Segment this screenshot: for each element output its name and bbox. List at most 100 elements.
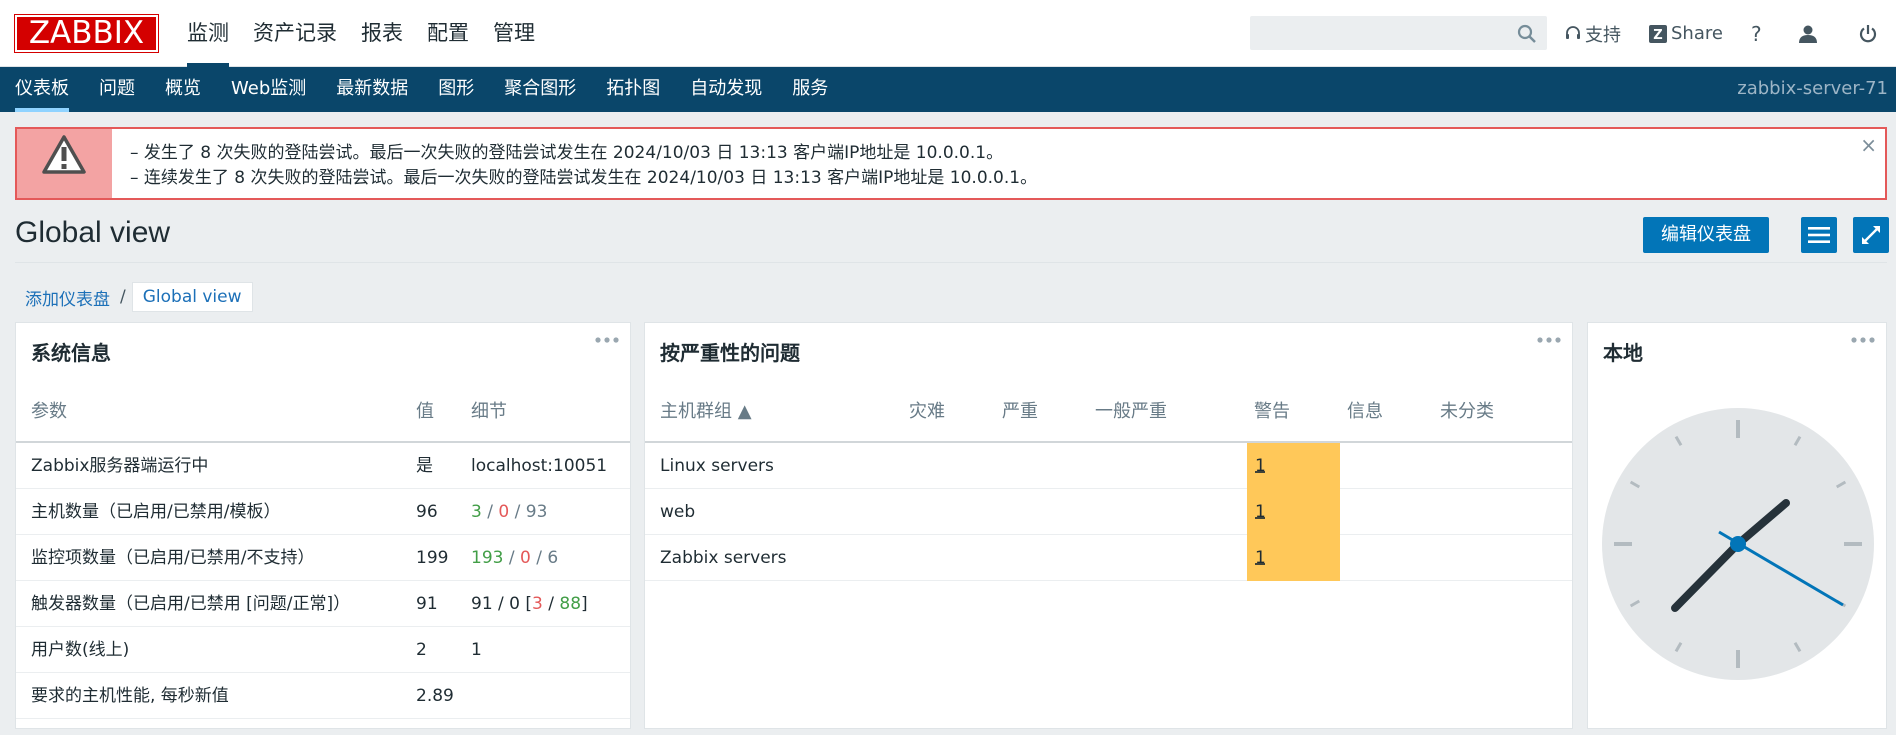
table-row: Zabbix服务器端运行中 是 localhost:10051 xyxy=(16,443,630,489)
widget-title: 系统信息 xyxy=(31,341,111,365)
breadcrumb-separator: / xyxy=(120,287,126,307)
warning-count[interactable]: 1 xyxy=(1255,489,1266,535)
fullscreen-button[interactable] xyxy=(1853,217,1889,253)
menu-monitoring[interactable]: 监测 xyxy=(175,0,241,67)
enabled-count: 193 xyxy=(471,548,504,568)
headset-icon xyxy=(1566,25,1580,39)
widget-menu-icon[interactable] xyxy=(1536,333,1562,347)
value-cell: 96 xyxy=(416,502,438,522)
header-links: 支持 Z Share ? xyxy=(1565,0,1882,67)
share-link[interactable]: Z Share xyxy=(1649,23,1723,44)
warning-cell[interactable]: 1 xyxy=(1247,489,1340,535)
template-count: 93 xyxy=(525,502,548,522)
details-cell: 193 / 0 / 6 xyxy=(471,535,558,581)
col-average[interactable]: 一般严重 xyxy=(1095,381,1167,443)
table-row: Linux servers 1 xyxy=(645,443,1572,489)
support-label: 支持 xyxy=(1585,24,1621,46)
warning-cell[interactable]: 1 xyxy=(1247,443,1340,489)
search-icon[interactable] xyxy=(1517,24,1537,44)
widget-title: 按严重性的问题 xyxy=(660,341,800,365)
alert-icon-box xyxy=(17,129,112,198)
details-separator: / xyxy=(481,502,499,522)
value-cell: 是 xyxy=(416,456,433,476)
widget-menu-icon[interactable] xyxy=(594,333,620,347)
menu-inventory[interactable]: 资产记录 xyxy=(241,0,349,67)
host-group-link[interactable]: web xyxy=(660,489,695,535)
details-cell: 91 / 0 [3 / 88] xyxy=(471,581,588,627)
col-host-group[interactable]: 主机群组 ▲ xyxy=(660,381,752,443)
col-warning[interactable]: 警告 xyxy=(1254,381,1290,443)
share-icon: Z xyxy=(1649,24,1667,43)
table-row: 用户数(线上) 2 1 xyxy=(16,627,630,673)
subnav-services[interactable]: 服务 xyxy=(792,67,828,112)
zabbix-logo[interactable]: ZABBIX xyxy=(14,14,159,53)
system-info-widget: 系统信息 参数 值 细节 Zabbix服务器端运行中 是 localhost:1… xyxy=(15,322,631,729)
subnav-discovery[interactable]: 自动发现 xyxy=(690,67,762,112)
subnav-overview[interactable]: 概览 xyxy=(165,67,201,112)
menu-reports[interactable]: 报表 xyxy=(349,0,415,67)
table-row: 要求的主机性能, 每秒新值 2.89 xyxy=(16,673,630,719)
unsupported-count: 6 xyxy=(547,548,559,568)
search-input[interactable] xyxy=(1251,17,1546,49)
value-cell: 2.89 xyxy=(416,686,454,706)
table-row: web 1 xyxy=(645,489,1572,535)
warning-count[interactable]: 1 xyxy=(1255,443,1266,489)
page-title: Global view xyxy=(15,216,171,249)
support-link[interactable]: 支持 xyxy=(1565,21,1621,47)
menu-configuration[interactable]: 配置 xyxy=(415,0,481,67)
user-profile-link[interactable] xyxy=(1798,24,1822,44)
subnav-latest-data[interactable]: 最新数据 xyxy=(336,67,408,112)
subnav-web[interactable]: Web监测 xyxy=(231,67,306,112)
col-disaster[interactable]: 灾难 xyxy=(909,381,945,443)
col-not-classified[interactable]: 未分类 xyxy=(1440,381,1494,443)
edit-dashboard-button[interactable]: 编辑仪表盘 xyxy=(1643,217,1769,253)
logout-link[interactable] xyxy=(1858,24,1882,44)
disabled-count: 0 xyxy=(520,548,531,568)
table-header: 主机群组 ▲ 灾难 严重 一般严重 警告 信息 未分类 xyxy=(645,381,1572,443)
actions-menu-button[interactable] xyxy=(1801,217,1837,253)
subnav-dashboard[interactable]: 仪表板 xyxy=(15,67,69,112)
col-details[interactable]: 细节 xyxy=(471,381,507,443)
details-cell: localhost:10051 xyxy=(471,456,608,476)
help-icon: ? xyxy=(1750,21,1762,46)
value-cell: 2 xyxy=(416,640,427,660)
dashboard-controls: 编辑仪表盘 xyxy=(1643,217,1889,253)
help-link[interactable]: ? xyxy=(1751,22,1762,46)
details-suffix: ] xyxy=(581,594,588,614)
table-row: 监控项数量（已启用/已禁用/不支持） 199 193 / 0 / 6 xyxy=(16,535,630,581)
col-high[interactable]: 严重 xyxy=(1002,381,1038,443)
details-cell: 1 xyxy=(471,640,482,660)
table-row: Zabbix servers 1 xyxy=(645,535,1572,581)
param-cell: 监控项数量（已启用/已禁用/不支持） xyxy=(31,548,315,568)
title-divider xyxy=(15,262,1887,263)
clock-center xyxy=(1730,536,1746,552)
breadcrumb-current[interactable]: Global view xyxy=(131,282,253,312)
widget-menu-icon[interactable] xyxy=(1850,333,1876,347)
host-group-link[interactable]: Zabbix servers xyxy=(660,535,787,581)
col-information[interactable]: 信息 xyxy=(1347,381,1383,443)
subnav-graphs[interactable]: 图形 xyxy=(438,67,474,112)
breadcrumb-parent[interactable]: 添加仪表盘 xyxy=(15,285,120,310)
login-failure-alert: – 发生了 8 次失败的登陆尝试。最后一次失败的登陆尝试发生在 2024/10/… xyxy=(15,127,1887,200)
col-value[interactable]: 值 xyxy=(416,381,434,443)
menu-administration[interactable]: 管理 xyxy=(481,0,547,67)
details-separator: / xyxy=(503,548,520,568)
sub-navigation: 仪表板 问题 概览 Web监测 最新数据 图形 聚合图形 拓扑图 自动发现 服务… xyxy=(0,67,1896,112)
param-cell: 用户数(线上) xyxy=(31,640,130,660)
param-cell: 要求的主机性能, 每秒新值 xyxy=(31,686,229,706)
warning-count[interactable]: 1 xyxy=(1255,535,1266,581)
host-group-link[interactable]: Linux servers xyxy=(660,443,774,489)
warning-cell[interactable]: 1 xyxy=(1247,535,1340,581)
hamburger-icon xyxy=(1808,227,1830,243)
col-param[interactable]: 参数 xyxy=(31,381,67,443)
subnav-screens[interactable]: 聚合图形 xyxy=(504,67,576,112)
close-icon[interactable]: × xyxy=(1860,133,1877,157)
param-cell: Zabbix服务器端运行中 xyxy=(31,456,209,476)
problems-by-severity-widget: 按严重性的问题 主机群组 ▲ 灾难 严重 一般严重 警告 信息 未分类 Linu… xyxy=(644,322,1573,729)
alert-message: – 连续发生了 8 次失败的登陆尝试。最后一次失败的登陆尝试发生在 2024/1… xyxy=(130,168,1038,188)
subnav-maps[interactable]: 拓扑图 xyxy=(606,67,660,112)
subnav-problems[interactable]: 问题 xyxy=(99,67,135,112)
disabled-count: 0 xyxy=(498,502,510,522)
clock-widget: 本地 xyxy=(1587,322,1887,729)
value-cell: 91 xyxy=(416,594,438,614)
